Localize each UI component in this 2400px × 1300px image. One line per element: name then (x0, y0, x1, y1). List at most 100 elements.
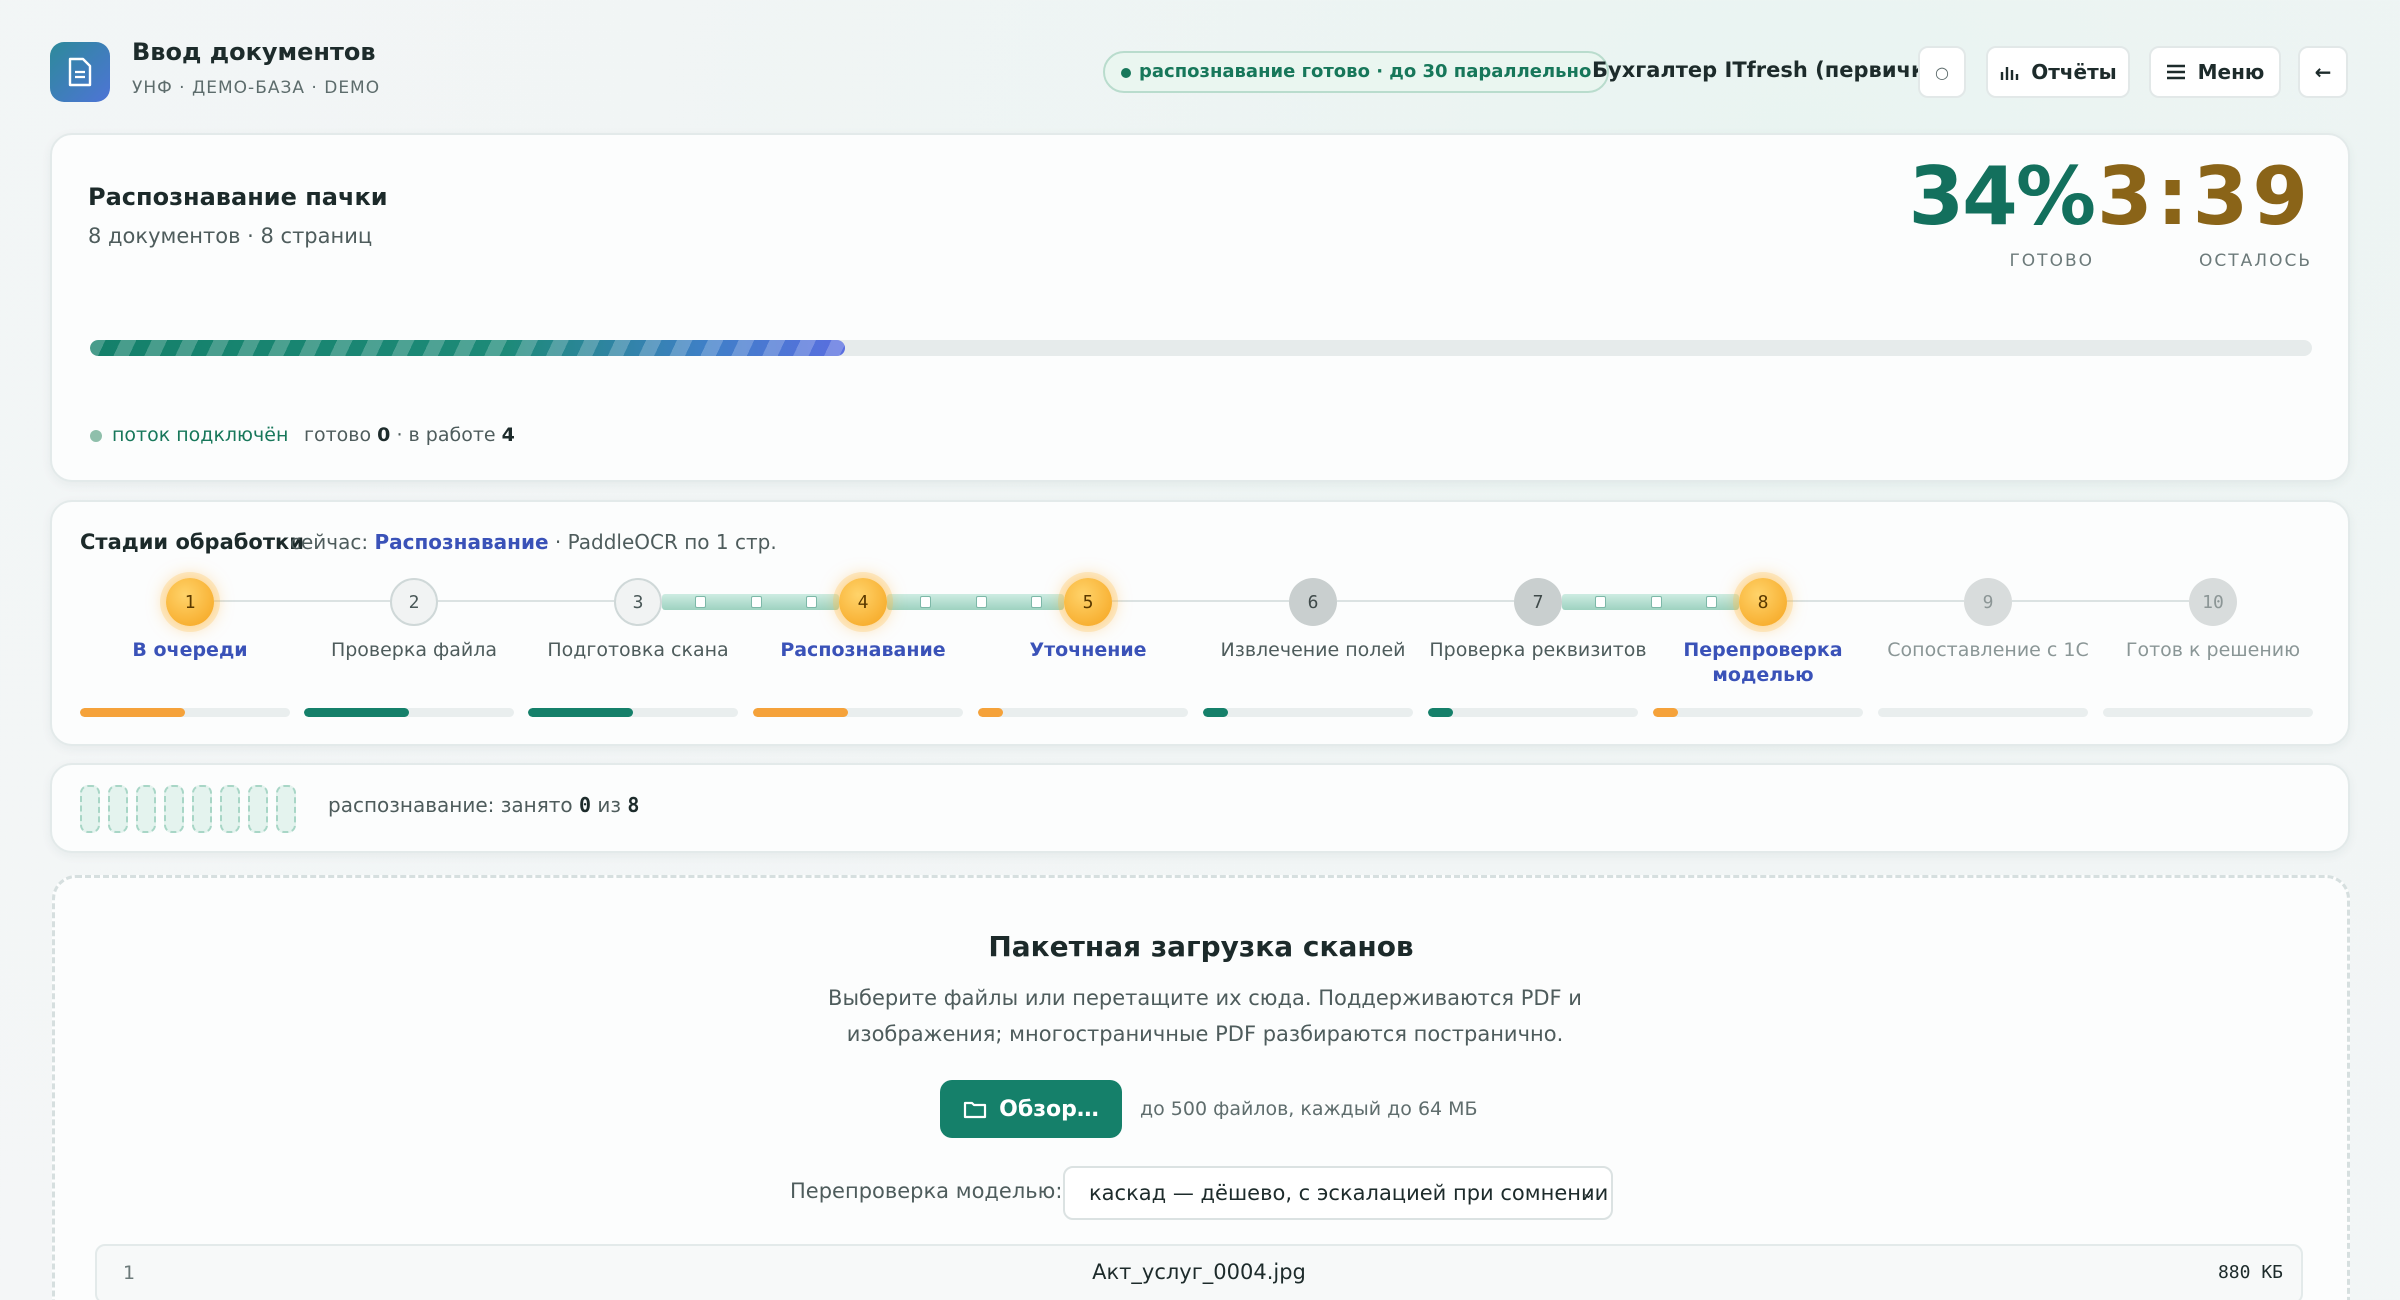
slot-indicator (220, 785, 240, 833)
stage-connector (1337, 600, 1514, 602)
stage-progress-bar (80, 708, 290, 717)
document-in-flow-icon (750, 596, 762, 608)
batch-summary: 8 документов · 8 страниц (88, 224, 373, 248)
slots-prefix: распознавание: занято (328, 793, 579, 817)
slot-indicator (192, 785, 212, 833)
batch-progress-card: Распознавание пачки 8 документов · 8 стр… (50, 133, 2350, 482)
ready-working-counts: готово 0 · в работе 4 (304, 424, 515, 446)
batch-title: Распознавание пачки (88, 183, 388, 211)
stage-progress-bar (304, 708, 514, 717)
stage-node: 2 (390, 578, 438, 626)
stage-node: 3 (614, 578, 662, 626)
chevron-down-icon: ⌄ (1581, 1183, 1595, 1202)
stage-label: Проверка файла (330, 639, 498, 661)
current-stage-engine: · PaddleOCR по 1 стр. (548, 530, 777, 554)
file-name: Акт_услуг_0004.jpg (1092, 1260, 1306, 1284)
slots-occupancy: распознавание: занято 0 из 8 (328, 793, 639, 817)
recheck-select[interactable]: каскад — дёшево, с эскалацией при сомнен… (1063, 1166, 1613, 1220)
stage-label: Готов к решению (2125, 639, 2301, 661)
bar-chart-icon (2001, 67, 2019, 80)
stage-progress-fill (528, 708, 633, 717)
document-in-flow-icon (695, 596, 707, 608)
ready-label: готово (304, 424, 372, 446)
reports-button[interactable]: Отчёты (1986, 46, 2130, 98)
slots-busy: 0 (579, 793, 592, 817)
stage-progress-fill (1203, 708, 1229, 717)
recognition-status-badge: распознавание готово · до 30 параллельно (1103, 51, 1610, 93)
stage-label: Подготовка скана (547, 639, 729, 661)
folder-icon (964, 1101, 987, 1119)
slot-indicator (108, 785, 128, 833)
app-subtitle: УНФ · ДЕМО-БАЗА · DEMO (132, 78, 381, 98)
stage-label: Перепроверка моделью (1683, 639, 1843, 686)
stage-node: 4 (839, 578, 887, 626)
working-label: в работе (408, 424, 496, 446)
stage-node: 8 (1739, 578, 1787, 626)
theme-toggle-button[interactable]: ○ (1918, 46, 1966, 98)
slot-indicator (136, 785, 156, 833)
document-icon (68, 57, 92, 87)
stage-label: Уточнение (1029, 639, 1147, 661)
app-logo (50, 42, 110, 102)
stage-progress-fill (80, 708, 185, 717)
stage-progress-fill (304, 708, 409, 717)
stage-progress-fill (978, 708, 1004, 717)
slots-total: 8 (627, 793, 640, 817)
stage-connector (1787, 600, 1964, 602)
hamburger-icon (2166, 64, 2185, 80)
stage-progress-bar (1203, 708, 1413, 717)
file-size: 880 КБ (2217, 1262, 2283, 1283)
slots-middle: из (591, 793, 628, 817)
stage-label: Сопоставление с 1С (1887, 639, 2089, 661)
stages-title: Стадии обработки (80, 530, 304, 554)
stage-node: 9 (1964, 578, 2012, 626)
stage-progress-bar (753, 708, 963, 717)
upload-description: Выберите файлы или перетащите их сюда. П… (828, 986, 1582, 1046)
stage-node: 1 (166, 578, 214, 626)
stage-progress-bar (1653, 708, 1863, 717)
stage-connector (1112, 600, 1289, 602)
batch-progress-fill (90, 340, 846, 356)
stage-label: В очереди (132, 639, 248, 661)
document-in-flow-icon (1650, 596, 1662, 608)
file-row[interactable]: 1 Акт_услуг_0004.jpg 880 КБ (95, 1244, 2303, 1300)
stage-progress-bar (1878, 708, 2088, 717)
processing-stages-card: Стадии обработки сейчас: Распознавание ·… (50, 500, 2350, 746)
stage-progress-bar (978, 708, 1188, 717)
recheck-label: Перепроверка моделью: (790, 1179, 1063, 1203)
stage-connector (214, 600, 390, 602)
working-count: 4 (501, 424, 515, 446)
time-remaining: 3:39 (2097, 150, 2312, 243)
recheck-value: каскад — дёшево, с эскалацией при сомнен… (1089, 1181, 1609, 1205)
upload-dropzone[interactable]: Пакетная загрузка сканов Выберите файлы … (52, 875, 2350, 1300)
current-stage-prefix: сейчас: (290, 530, 375, 554)
stage-progress-bar (2103, 708, 2313, 717)
recognition-slots (80, 785, 296, 833)
current-stage-name: Распознавание (374, 530, 549, 554)
menu-button[interactable]: Меню (2149, 46, 2281, 98)
stage-progress-fill (1428, 708, 1454, 717)
document-in-flow-icon (1030, 596, 1042, 608)
stage-progress-bar (528, 708, 738, 717)
percent-ready: 34% (1908, 150, 2096, 243)
app-title: Ввод документов (132, 38, 376, 66)
stage-connector (438, 600, 614, 602)
stage-label: Проверка реквизитов (1429, 639, 1647, 661)
back-button[interactable]: ← (2298, 46, 2348, 98)
current-stage: сейчас: Распознавание · PaddleOCR по 1 с… (290, 530, 777, 554)
browse-button[interactable]: Обзор… (940, 1080, 1122, 1138)
stage-progress-fill (753, 708, 848, 717)
arrow-left-icon: ← (2314, 60, 2332, 84)
browse-label: Обзор… (999, 1096, 1099, 1122)
document-in-flow-icon (1595, 596, 1607, 608)
stage-progress-bar (1428, 708, 1638, 717)
upload-limit: до 500 файлов, каждый до 64 МБ (1140, 1098, 1478, 1120)
stage-progress-fill (1653, 708, 1679, 717)
stream-status: поток подключён (90, 424, 288, 446)
recognition-slots-card: распознавание: занято 0 из 8 (50, 763, 2350, 853)
stage-node: 7 (1514, 578, 1562, 626)
circle-icon: ○ (1935, 62, 1949, 82)
document-in-flow-icon (920, 596, 932, 608)
user-name: Бухгалтер ITfresh (первичка) (1592, 58, 1949, 82)
document-in-flow-icon (975, 596, 987, 608)
